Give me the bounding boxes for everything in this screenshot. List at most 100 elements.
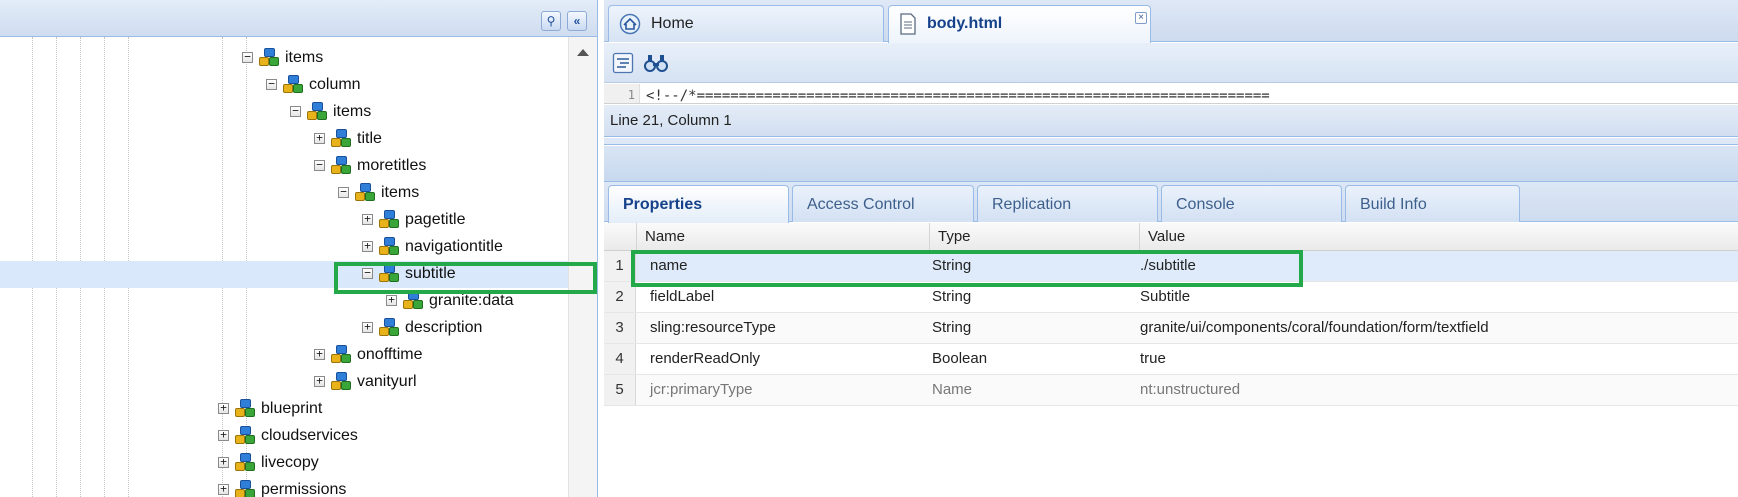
property-row-name[interactable]: 1 name String ./subtitle [604, 251, 1738, 282]
panel-splitter[interactable] [604, 138, 1738, 145]
editor-toolbar [604, 43, 1738, 83]
expand-toggle-icon[interactable]: + [218, 429, 229, 441]
property-type: String [932, 288, 972, 305]
collapse-toggle-icon[interactable]: − [338, 186, 349, 198]
expand-toggle-icon[interactable]: + [314, 132, 325, 144]
node-icon [378, 236, 400, 258]
row-number: 3 [604, 313, 636, 343]
code-editor[interactable]: 1 <!--/*================================… [604, 84, 1738, 104]
property-row-primarytype[interactable]: 5 jcr:primaryType Name nt:unstructured [604, 375, 1738, 406]
tree-node-label: livecopy [261, 454, 319, 471]
tab-label: body.html [927, 15, 1003, 32]
collapse-panel-icon[interactable]: « [567, 11, 587, 31]
tree-node-column[interactable]: − column [0, 72, 568, 99]
row-number: 2 [604, 282, 636, 312]
properties-tab-bar: Properties Access Control Replication Co… [604, 182, 1738, 223]
tree-node-permissions[interactable]: + permissions [0, 477, 568, 497]
tab-body-html[interactable]: body.html × [888, 5, 1151, 43]
tree-node-label: subtitle [405, 265, 456, 282]
node-icon [258, 47, 280, 69]
tree-node-granite-data[interactable]: + granite:data [0, 288, 568, 315]
find-node-icon[interactable]: ⚲ [541, 11, 561, 31]
tab-console[interactable]: Console [1161, 185, 1342, 222]
tree-node-label: title [357, 130, 382, 147]
properties-panel-header [604, 146, 1738, 182]
tree-node-title[interactable]: + title [0, 126, 568, 153]
tree-node-onofftime[interactable]: + onofftime [0, 342, 568, 369]
tree-node-items[interactable]: − items [0, 180, 568, 207]
expand-toggle-icon[interactable]: + [314, 348, 325, 360]
property-name: fieldLabel [650, 288, 715, 305]
column-header-value[interactable]: Value [1139, 223, 1738, 251]
column-header-name[interactable]: Name [636, 223, 929, 251]
tree-node-blueprint[interactable]: + blueprint [0, 396, 568, 423]
tree-node-label: items [285, 49, 324, 66]
row-number: 4 [604, 344, 636, 374]
property-value: Subtitle [1140, 288, 1191, 305]
tab-label: Home [651, 15, 694, 32]
collapse-toggle-icon[interactable]: − [290, 105, 301, 117]
tab-access-control[interactable]: Access Control [792, 185, 974, 222]
property-name: renderReadOnly [650, 350, 761, 367]
tab-label: Replication [992, 196, 1072, 213]
tab-label: Console [1176, 196, 1235, 213]
property-type: String [932, 257, 972, 274]
tree-node-vanityurl[interactable]: + vanityurl [0, 369, 568, 396]
tree-node-items[interactable]: − items [0, 99, 568, 126]
tree-scrollbar[interactable] [568, 37, 597, 497]
expand-toggle-icon[interactable]: + [362, 240, 373, 252]
tree-node-subtitle-selected[interactable]: − subtitle [0, 261, 568, 288]
properties-grid: Name Type Value 1 name String ./subtitle… [604, 223, 1738, 497]
tree-node-label: onofftime [357, 346, 423, 363]
tab-properties[interactable]: Properties [608, 185, 789, 223]
property-row-renderreadonly[interactable]: 4 renderReadOnly Boolean true [604, 344, 1738, 375]
format-code-icon[interactable] [612, 52, 634, 74]
scroll-up-arrow-icon[interactable] [577, 49, 589, 56]
expand-toggle-icon[interactable]: + [362, 213, 373, 225]
property-value: ./subtitle [1140, 257, 1196, 274]
code-line-text: <!--/*==================================… [646, 88, 1270, 104]
expand-toggle-icon[interactable]: + [218, 483, 229, 495]
tree-node-label: items [333, 103, 372, 120]
home-icon [619, 13, 641, 35]
node-icon [330, 371, 352, 393]
expand-toggle-icon[interactable]: + [218, 456, 229, 468]
main-content-panel: Home body.html × 1 <!--/*===============… [604, 0, 1738, 497]
tab-replication[interactable]: Replication [977, 185, 1158, 222]
collapse-toggle-icon[interactable]: − [266, 78, 277, 90]
expand-toggle-icon[interactable]: + [362, 321, 373, 333]
tab-home[interactable]: Home [608, 5, 884, 42]
collapse-toggle-icon[interactable]: − [242, 51, 253, 63]
collapse-toggle-icon[interactable]: − [314, 159, 325, 171]
property-row-fieldlabel[interactable]: 2 fieldLabel String Subtitle [604, 282, 1738, 313]
property-name: sling:resourceType [650, 319, 776, 336]
node-icon [234, 425, 256, 447]
tree-node-items[interactable]: − items [0, 45, 568, 72]
collapse-toggle-icon[interactable]: − [362, 267, 373, 279]
node-icon [330, 128, 352, 150]
find-icon[interactable] [644, 52, 668, 74]
tree-node-description[interactable]: + description [0, 315, 568, 342]
property-type: Boolean [932, 350, 988, 367]
row-number: 1 [604, 251, 636, 281]
column-header-type[interactable]: Type [929, 223, 1139, 251]
repository-tree-panel: ⚲ « − items − column − items + title − m… [0, 0, 598, 497]
close-tab-icon[interactable]: × [1135, 12, 1147, 24]
expand-toggle-icon[interactable]: + [386, 294, 397, 306]
tree-node-navigationtitle[interactable]: + navigationtitle [0, 234, 568, 261]
tab-build-info[interactable]: Build Info [1345, 185, 1520, 222]
node-icon [378, 263, 400, 285]
tree-node-pagetitle[interactable]: + pagetitle [0, 207, 568, 234]
tree-node-livecopy[interactable]: + livecopy [0, 450, 568, 477]
node-icon [402, 290, 424, 312]
tree-node-label: cloudservices [261, 427, 358, 444]
tab-label: Properties [623, 196, 703, 213]
tree-node-label: moretitles [357, 157, 427, 174]
property-value: granite/ui/components/coral/foundation/f… [1140, 319, 1489, 336]
expand-toggle-icon[interactable]: + [218, 402, 229, 414]
tree-node-cloudservices[interactable]: + cloudservices [0, 423, 568, 450]
property-row-resourcetype[interactable]: 3 sling:resourceType String granite/ui/c… [604, 313, 1738, 344]
expand-toggle-icon[interactable]: + [314, 375, 325, 387]
tree-node-moretitles[interactable]: − moretitles [0, 153, 568, 180]
node-icon [306, 101, 328, 123]
